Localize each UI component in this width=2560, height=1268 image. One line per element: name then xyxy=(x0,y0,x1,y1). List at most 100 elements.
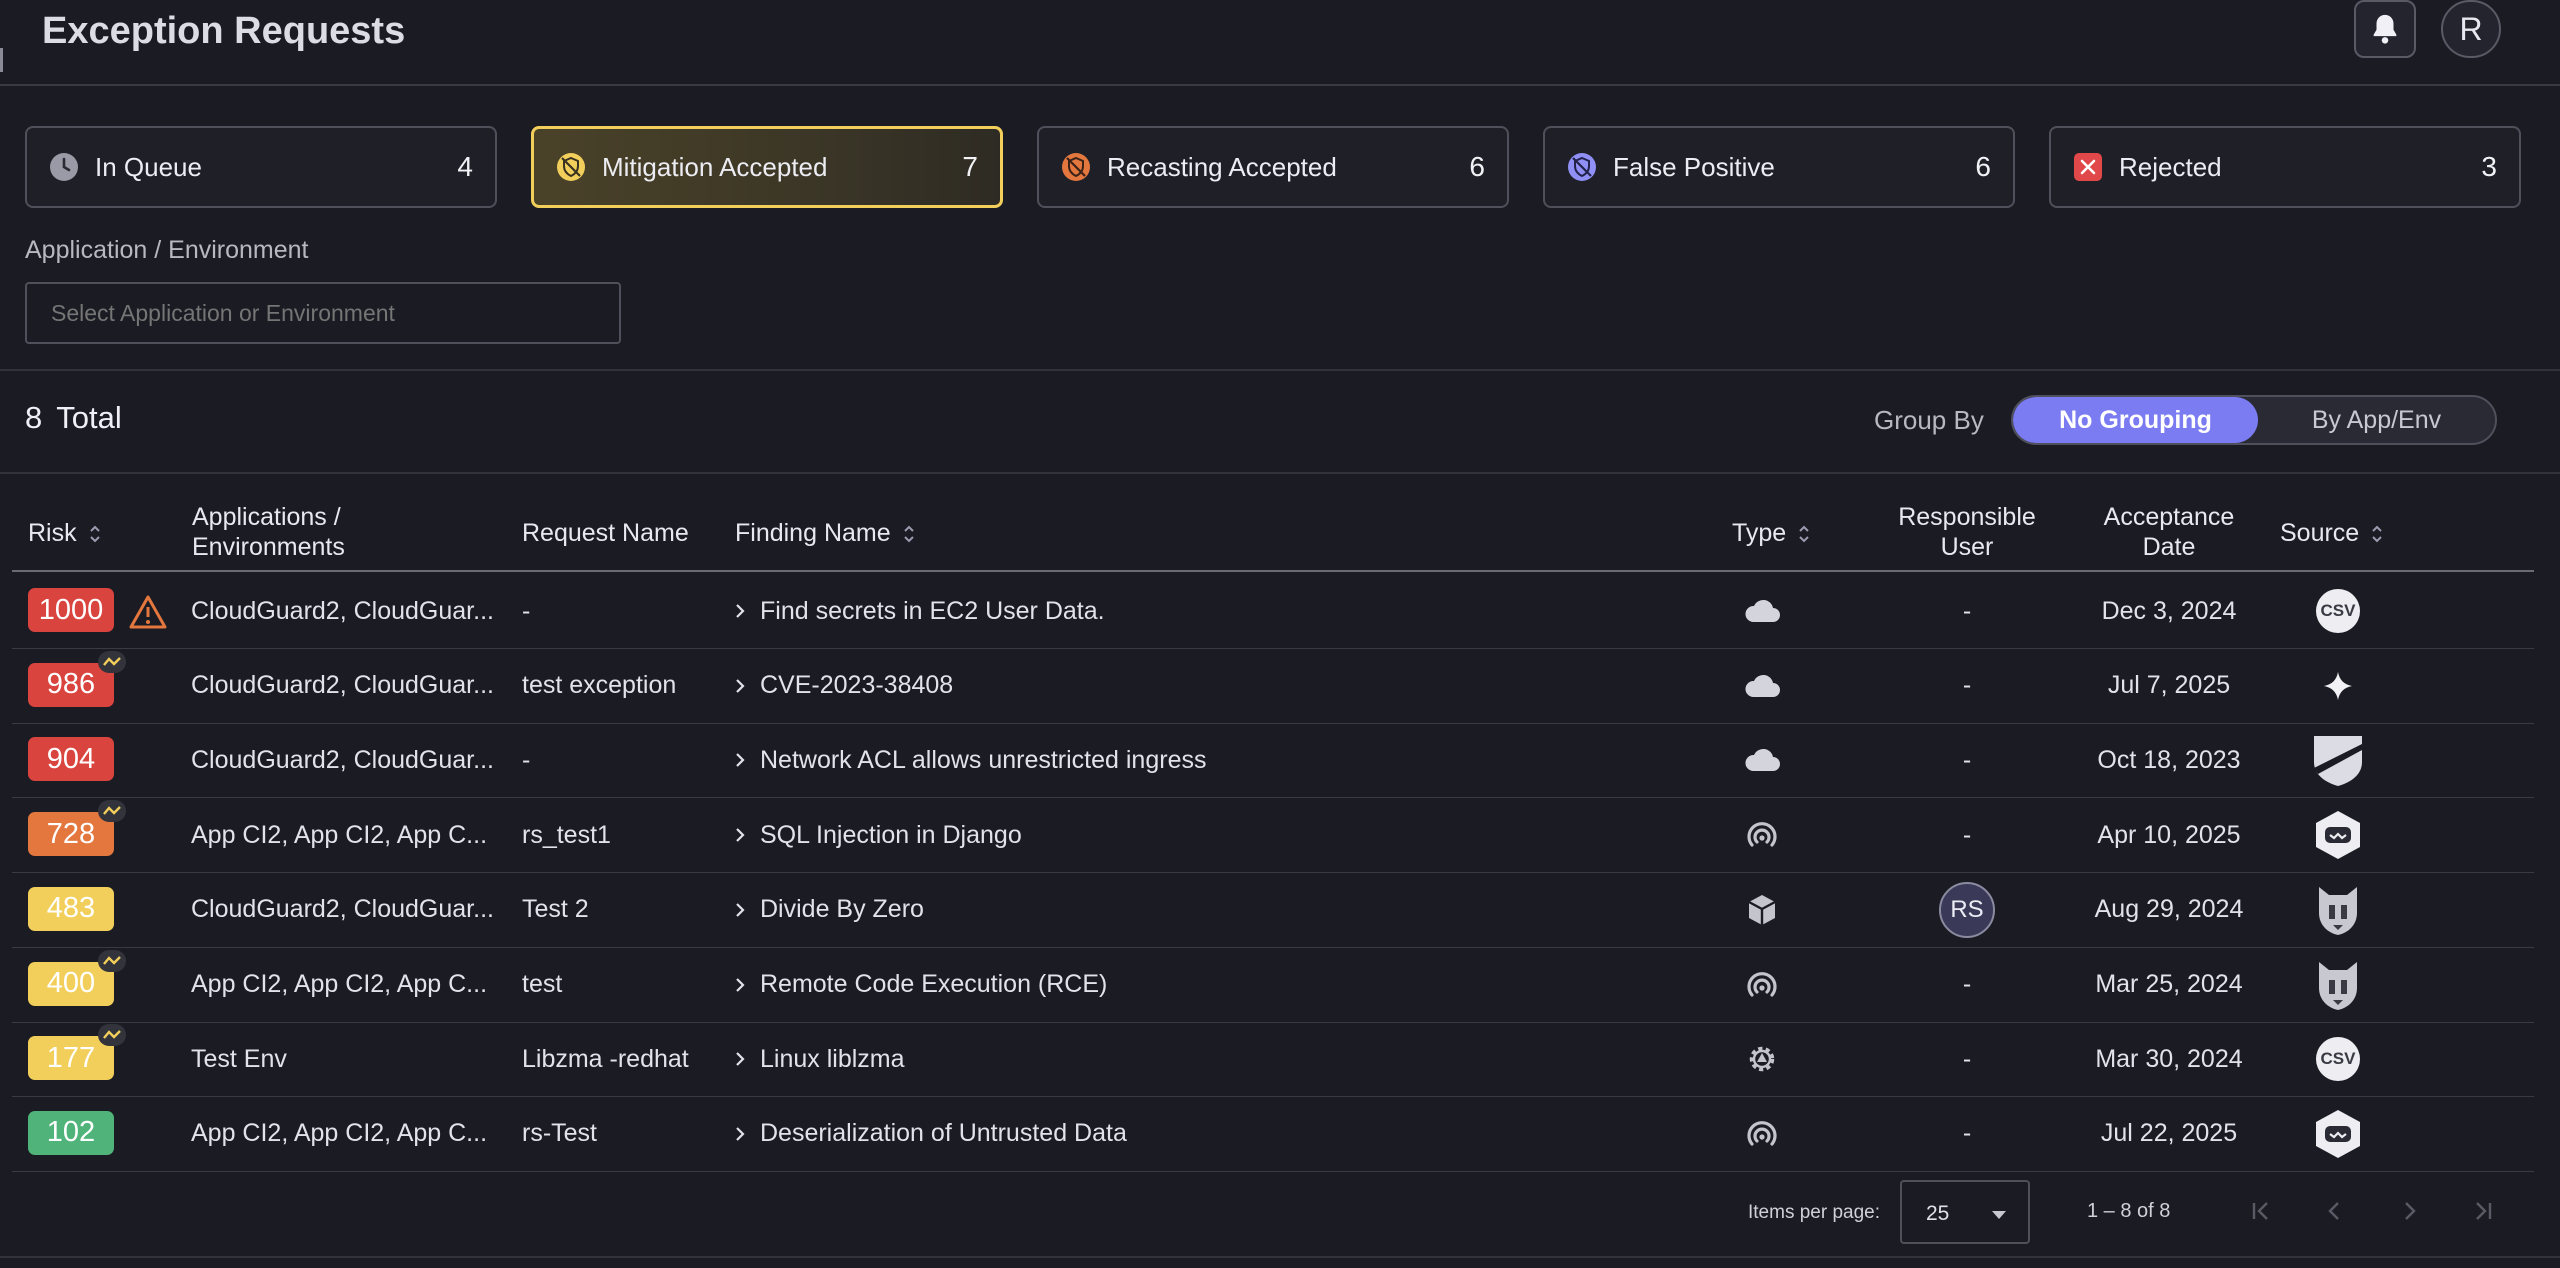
table-row[interactable]: 986 CloudGuard2, CloudGuar... test excepti… xyxy=(12,649,2534,724)
sort-icon xyxy=(1799,525,1809,543)
type-cell xyxy=(1712,873,1812,947)
finding-name-cell[interactable]: Find secrets in EC2 User Data. xyxy=(734,574,1714,648)
trend-icon xyxy=(98,949,126,972)
source-cell xyxy=(2288,649,2388,723)
group-option-by-app-env[interactable]: By App/Env xyxy=(2258,397,2495,443)
total-label: Total xyxy=(56,400,122,435)
column-header-applications: Applications / Environments xyxy=(192,502,345,562)
trend-icon xyxy=(98,650,126,673)
last-page-icon xyxy=(2476,1202,2492,1220)
caret-down-icon xyxy=(1992,1211,2006,1219)
status-card-in-queue[interactable]: In Queue 4 xyxy=(25,126,497,208)
cloud-icon xyxy=(1742,746,1782,774)
first-page-icon xyxy=(2252,1202,2268,1220)
responsible-user-cell: - xyxy=(1962,1119,1972,1148)
status-card-count: 4 xyxy=(457,151,473,182)
signal-icon xyxy=(1744,817,1780,853)
items-per-page-select[interactable]: 25 xyxy=(1900,1180,2030,1244)
last-page-button[interactable] xyxy=(2468,1196,2498,1226)
request-name-cell: rs-Test xyxy=(522,1119,597,1148)
applications-cell: CloudGuard2, CloudGuar... xyxy=(191,745,494,774)
column-header-request-name: Request Name xyxy=(522,519,689,547)
chevron-right-icon xyxy=(736,903,745,917)
clock-icon xyxy=(50,153,78,181)
notifications-button[interactable] xyxy=(2354,0,2416,58)
user-avatar[interactable]: RS xyxy=(1939,881,1995,938)
next-page-button[interactable] xyxy=(2394,1196,2424,1226)
application-environment-select[interactable] xyxy=(25,282,621,344)
status-card-mitigation-accepted[interactable]: Mitigation Accepted 7 xyxy=(531,126,1003,208)
risk-score-badge: 483 xyxy=(28,886,114,931)
table-row[interactable]: 177 Test Env Libzma -redhat Linux liblzma - M… xyxy=(12,1022,2534,1098)
chevron-right-icon xyxy=(736,1127,745,1141)
acceptance-date-cell: Dec 3, 2024 xyxy=(2101,596,2237,625)
finding-name-cell[interactable]: Remote Code Execution (RCE) xyxy=(734,948,1714,1022)
table-row[interactable]: 728 App CI2, App CI2, App C... rs_test1 SQL… xyxy=(12,798,2534,874)
finding-name-cell[interactable]: Linux liblzma xyxy=(734,1022,1714,1096)
mitigation-shield-icon xyxy=(557,153,585,181)
first-page-button[interactable] xyxy=(2246,1196,2276,1226)
recast-shield-icon xyxy=(1062,153,1090,181)
table-row[interactable]: 1000 CloudGuard2, CloudGuar... - Find secre… xyxy=(12,574,2534,649)
source-cell xyxy=(2288,948,2388,1022)
chevron-right-icon xyxy=(2405,1202,2416,1220)
trend-icon xyxy=(98,800,126,823)
column-header-label: Applications / xyxy=(192,503,341,531)
table-row[interactable]: 102 App CI2, App CI2, App C... rs-Test Dese… xyxy=(12,1097,2534,1172)
trend-icon xyxy=(98,1024,126,1047)
column-header-risk[interactable]: Risk xyxy=(28,518,102,548)
finding-name-cell[interactable]: SQL Injection in Django xyxy=(734,798,1714,872)
status-card-label: In Queue xyxy=(95,151,202,182)
chevron-right-icon xyxy=(736,1052,745,1066)
signal-icon xyxy=(1744,967,1780,1003)
status-card-label: Rejected xyxy=(2119,151,2222,182)
acceptance-date-cell: Mar 30, 2024 xyxy=(2095,1044,2243,1073)
risk-score-badge: 904 xyxy=(28,737,114,782)
column-header-source[interactable]: Source xyxy=(2280,518,2384,548)
finding-name: Deserialization of Untrusted Data xyxy=(760,1119,1127,1148)
sidebar-edge-marker xyxy=(0,48,3,72)
status-card-recasting-accepted[interactable]: Recasting Accepted 6 xyxy=(1037,126,1509,208)
finding-name-cell[interactable]: Divide By Zero xyxy=(734,873,1714,947)
status-card-rejected[interactable]: Rejected 3 xyxy=(2049,126,2521,208)
table-row[interactable]: 483 CloudGuard2, CloudGuar... Test 2 Divide… xyxy=(12,873,2534,948)
acceptance-date-cell: Jul 22, 2025 xyxy=(2100,1119,2238,1148)
status-card-false-positive[interactable]: False Positive 6 xyxy=(1543,126,2015,208)
column-header-label: Date xyxy=(2142,533,2196,561)
table-row[interactable]: 400 App CI2, App CI2, App C... test Remote … xyxy=(12,948,2534,1023)
table-row[interactable]: 904 CloudGuard2, CloudGuar... - Network ACL… xyxy=(12,723,2534,799)
applications-cell: App CI2, App CI2, App C... xyxy=(191,970,488,998)
finding-name-cell[interactable]: Network ACL allows unrestricted ingress xyxy=(734,723,1714,797)
sort-icon xyxy=(89,525,100,543)
chevron-left-icon xyxy=(2328,1202,2339,1220)
finding-name-cell[interactable]: Deserialization of Untrusted Data xyxy=(734,1097,1714,1171)
filter-label: Application / Environment xyxy=(25,236,309,264)
column-header-finding-name[interactable]: Finding Name xyxy=(735,518,916,548)
divider xyxy=(0,472,2560,474)
x-icon xyxy=(2074,153,2102,181)
type-cell xyxy=(1712,798,1812,872)
group-option-no-grouping[interactable]: No Grouping xyxy=(2013,397,2258,443)
pagination-range: 1 – 8 of 8 xyxy=(2087,1200,2171,1222)
column-header-type[interactable]: Type xyxy=(1732,518,1811,548)
items-per-page-label: Items per page: xyxy=(1748,1202,1881,1223)
finding-name-cell[interactable]: CVE-2023-38408 xyxy=(734,649,1714,723)
column-header-label: Environments xyxy=(192,533,345,561)
column-header-label: Finding Name xyxy=(735,519,891,547)
cloud-icon xyxy=(1742,672,1782,700)
chevron-right-icon xyxy=(736,678,745,693)
status-card-count: 6 xyxy=(1469,151,1485,182)
previous-page-button[interactable] xyxy=(2320,1196,2350,1226)
wolf-icon xyxy=(2319,961,2357,1010)
request-name-cell: rs_test1 xyxy=(522,820,611,849)
source-cell xyxy=(2288,873,2388,947)
applications-cell: App CI2, App CI2, App C... xyxy=(191,820,488,849)
user-avatar-button[interactable]: R xyxy=(2441,0,2501,58)
request-name-cell: test xyxy=(522,970,563,998)
avatar-letter: R xyxy=(2459,10,2483,47)
source-cell xyxy=(2288,798,2388,872)
bell-icon xyxy=(2373,14,2397,44)
source-cell: CSV xyxy=(2288,574,2388,648)
status-card-count: 3 xyxy=(2481,151,2497,182)
page-header: Exception Requests R xyxy=(0,0,2560,86)
